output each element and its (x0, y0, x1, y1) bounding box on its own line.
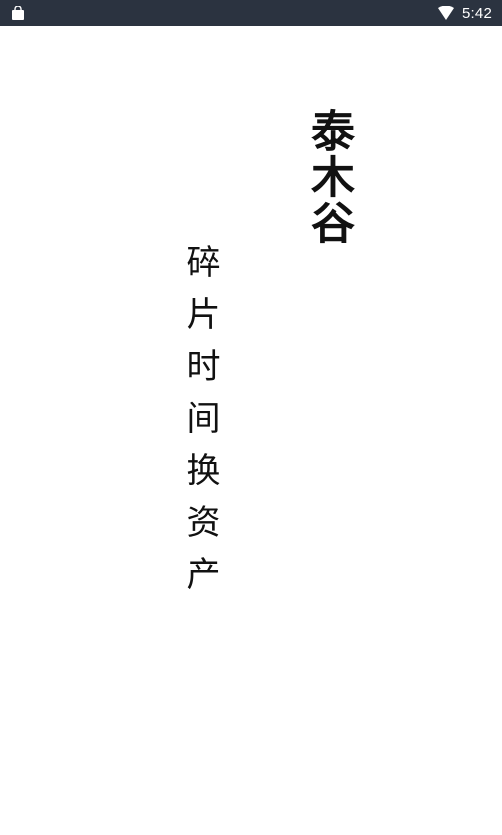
wifi-icon (438, 6, 454, 20)
splash-screen: 泰木谷 碎片时间换资产 (0, 26, 502, 835)
status-bar: 5:42 (0, 0, 502, 26)
shopping-bag-icon (12, 6, 24, 20)
status-right-group: 5:42 (438, 0, 492, 26)
brand-title: 泰木谷 (303, 108, 354, 246)
slogan-text: 碎片时间换资产 (180, 244, 220, 608)
clock-time: 5:42 (462, 4, 492, 22)
